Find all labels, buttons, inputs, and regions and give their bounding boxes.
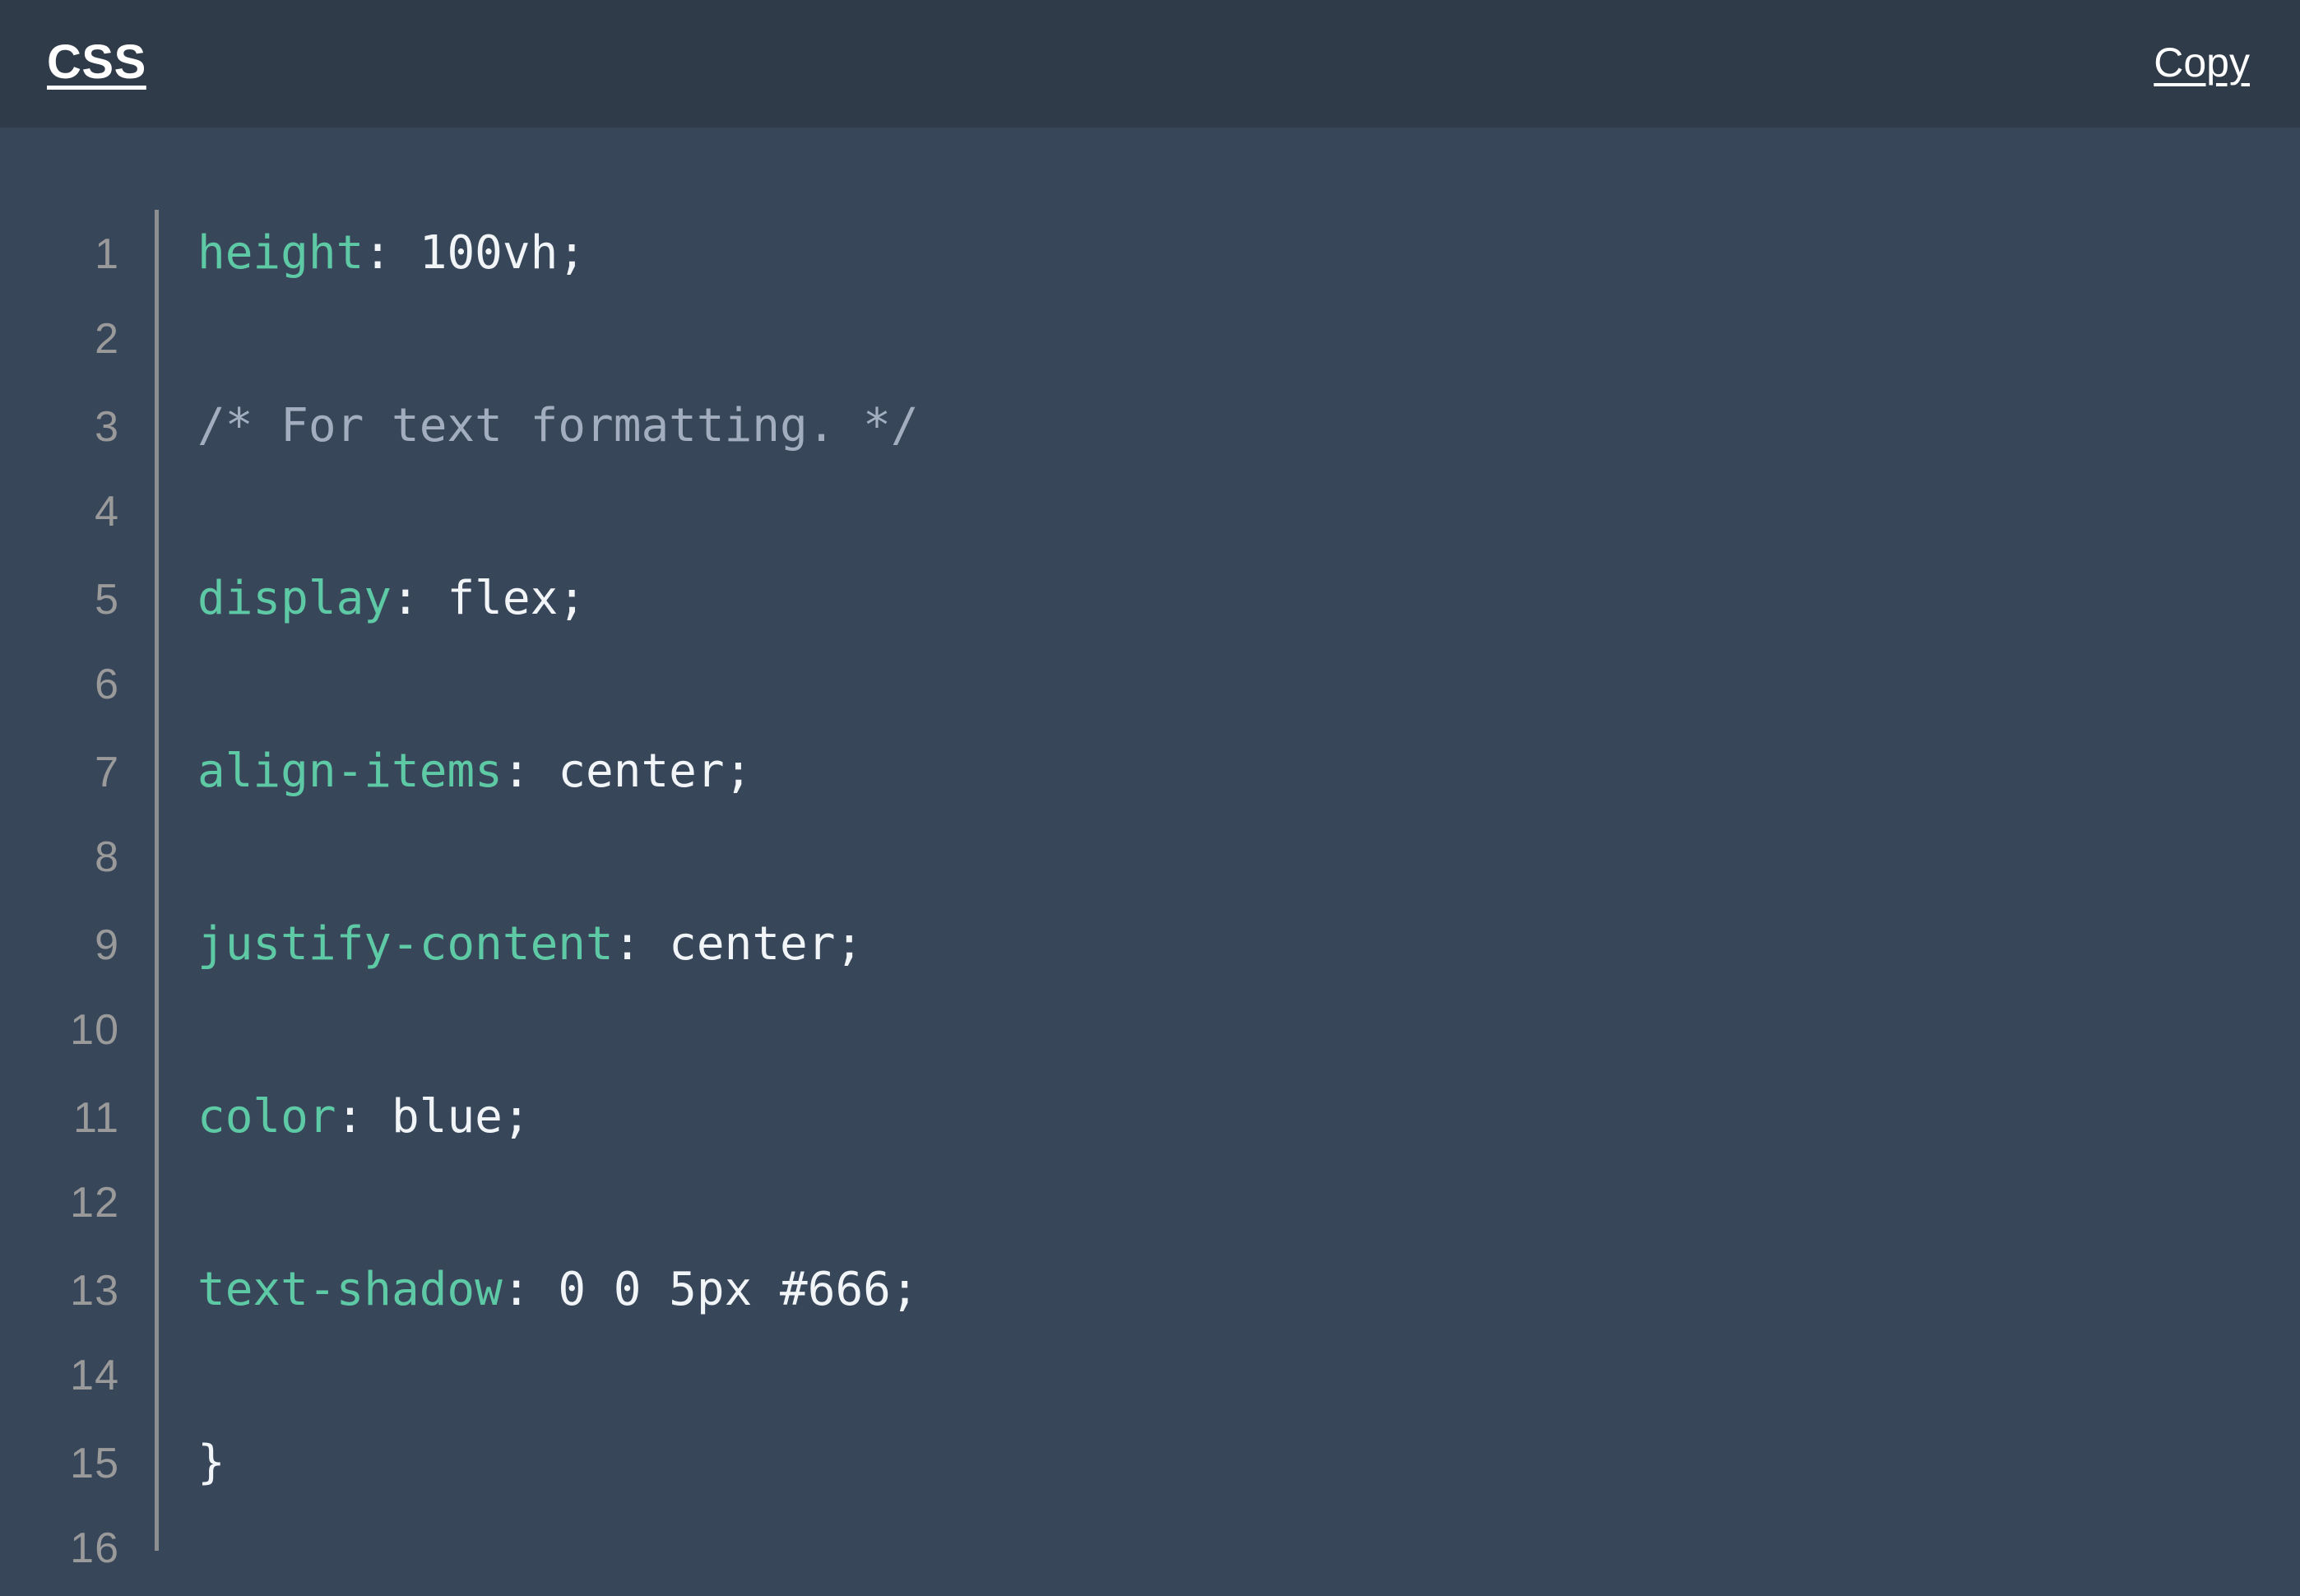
token-value: center; (558, 745, 753, 798)
line-number: 16 (70, 1524, 119, 1572)
token-prop: align-items (197, 745, 503, 798)
token-punct: : (502, 745, 559, 798)
code-line[interactable]: 3 /* For text formatting. */ (0, 383, 2300, 469)
line-number: 15 (70, 1440, 119, 1487)
code-line-text: /* For text formatting. */ (119, 383, 2300, 469)
code-line[interactable]: 16 (0, 1506, 2300, 1592)
code-line[interactable]: 12 (0, 1160, 2300, 1246)
token-value: center; (669, 917, 864, 971)
code-line-text: color: blue; (119, 1074, 2300, 1160)
code-line[interactable]: 5 display: flex; (0, 555, 2300, 642)
token-punct: : (502, 1263, 559, 1316)
token-comment: /* For text formatting. */ (197, 399, 919, 452)
line-number: 14 (70, 1352, 119, 1399)
token-punct: : (613, 917, 670, 971)
token-value: flex; (447, 572, 587, 625)
line-number: 9 (95, 921, 119, 969)
code-line[interactable]: 8 (0, 814, 2300, 901)
line-number: 5 (95, 576, 119, 624)
token-value: blue; (392, 1090, 531, 1144)
code-line[interactable]: 10 (0, 987, 2300, 1074)
code-line[interactable]: 6 (0, 642, 2300, 728)
code-line[interactable]: 17.parallax::after { (0, 1592, 2300, 1596)
token-prop: text-shadow (197, 1263, 503, 1316)
code-line[interactable]: 14 (0, 1333, 2300, 1419)
token-punct: : (336, 1090, 392, 1144)
line-number: 7 (95, 749, 119, 796)
code-line-text: height: 100vh; (119, 210, 2300, 296)
line-number: 6 (95, 661, 119, 708)
token-prop: display (197, 572, 392, 625)
code-line-text: justify-content: center; (119, 901, 2300, 987)
line-number: 10 (70, 1006, 119, 1054)
token-value: 0 0 5px #666; (558, 1263, 919, 1316)
token-punct: : (364, 226, 420, 280)
code-line[interactable]: 11 color: blue; (0, 1074, 2300, 1160)
code-line-list: 1 height: 100vh; 2 3/* For text formatting.… (0, 210, 2300, 1596)
code-line-text: display: flex; (119, 555, 2300, 642)
token-brace: } (197, 1436, 225, 1489)
line-number: 12 (70, 1179, 119, 1227)
code-line[interactable]: 1 height: 100vh; (0, 210, 2300, 296)
code-line-text: .parallax::after { (119, 1592, 2300, 1596)
code-line[interactable]: 4 (0, 469, 2300, 555)
line-number: 13 (70, 1267, 119, 1315)
line-number: 4 (95, 488, 119, 536)
token-prop: color (197, 1090, 336, 1144)
code-line[interactable]: 13 text-shadow: 0 0 5px #666; (0, 1246, 2300, 1333)
code-line[interactable]: 7 align-items: center; (0, 728, 2300, 814)
code-block-card: CSS Copy 1 height: 100vh; 2 3/* For text fo… (0, 0, 2300, 1596)
code-line[interactable]: 2 (0, 296, 2300, 383)
token-prop: height (197, 226, 364, 280)
code-block-header: CSS Copy (0, 0, 2300, 128)
line-number: 8 (95, 833, 119, 881)
copy-button[interactable]: Copy (2154, 42, 2250, 86)
code-line[interactable]: 9 justify-content: center; (0, 901, 2300, 987)
token-punct: : (392, 572, 447, 625)
language-label: CSS (47, 35, 146, 89)
line-number: 1 (95, 230, 119, 278)
token-value: 100vh; (419, 226, 587, 280)
line-number: 3 (95, 403, 119, 451)
line-number: 2 (95, 315, 119, 363)
line-number: 11 (73, 1094, 119, 1142)
code-line[interactable]: 15} (0, 1419, 2300, 1506)
code-editor-area[interactable]: 1 height: 100vh; 2 3/* For text formatting.… (0, 128, 2300, 1596)
code-line-text: align-items: center; (119, 728, 2300, 814)
token-prop: justify-content (197, 917, 614, 971)
code-line-text: } (119, 1419, 2300, 1506)
code-line-text: text-shadow: 0 0 5px #666; (119, 1246, 2300, 1333)
